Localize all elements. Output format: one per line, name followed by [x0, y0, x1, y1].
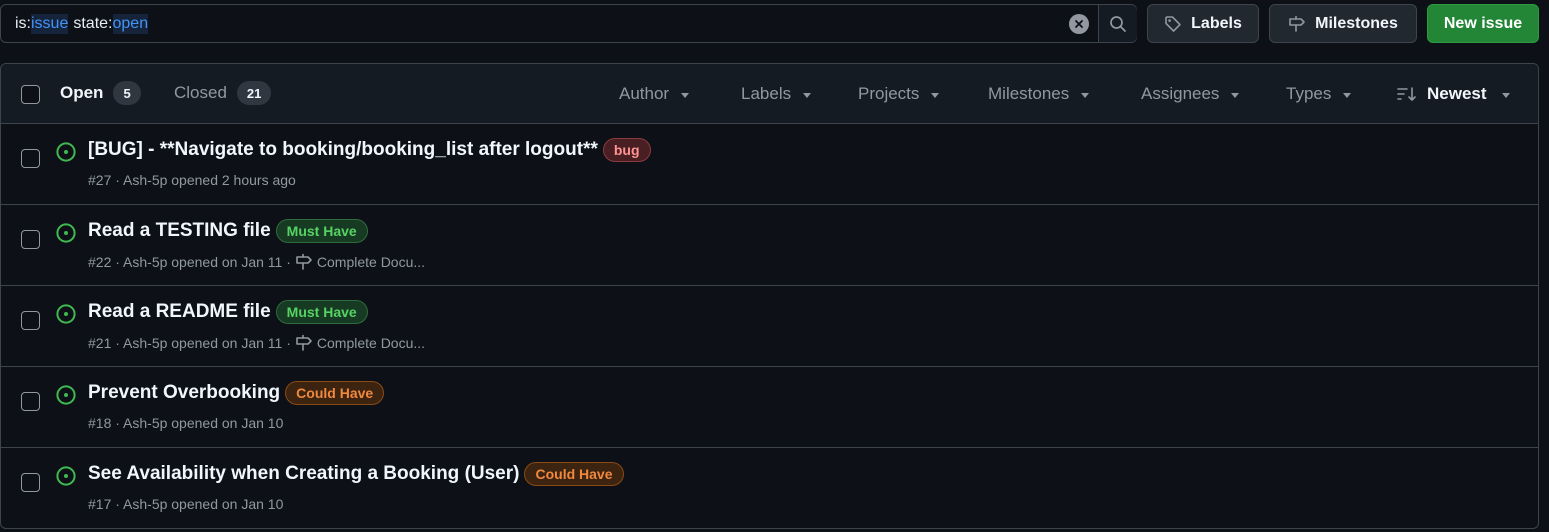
- chevron-down-icon: [1231, 92, 1240, 98]
- issue-label[interactable]: Must Have: [275, 300, 368, 324]
- filter-labels[interactable]: Labels: [741, 84, 812, 104]
- filter-label: Author: [619, 84, 670, 103]
- filter-label: Types: [1286, 84, 1332, 103]
- issue-label[interactable]: Could Have: [285, 381, 385, 405]
- issue-title-link[interactable]: Read a README file: [88, 301, 271, 323]
- filter-author[interactable]: Author: [619, 84, 690, 104]
- issue-row[interactable]: See Availability when Creating a Booking…: [1, 448, 1538, 528]
- filter-projects[interactable]: Projects: [858, 84, 940, 104]
- issues-list: Open 5 Closed 21 Author Labels Projects …: [0, 63, 1539, 529]
- filter-assignees[interactable]: Assignees: [1141, 84, 1240, 104]
- clear-search-icon[interactable]: [1069, 14, 1089, 34]
- issue-open-icon: [56, 142, 76, 162]
- chevron-down-icon: [1081, 92, 1090, 98]
- issue-row[interactable]: Read a README file Must Have #21 · Ash-5…: [1, 286, 1538, 367]
- open-count-badge: 5: [113, 81, 141, 105]
- issue-open-icon: [56, 466, 76, 486]
- issue-row[interactable]: Prevent Overbooking Could Have #18 · Ash…: [1, 367, 1538, 448]
- closed-count-badge: 21: [236, 81, 272, 105]
- issue-title-link[interactable]: See Availability when Creating a Booking…: [88, 463, 519, 485]
- filter-types[interactable]: Types: [1286, 84, 1352, 104]
- filter-label: Assignees: [1141, 84, 1220, 103]
- milestone-icon: [295, 334, 313, 352]
- filter-label: Milestones: [988, 84, 1070, 103]
- issue-title-link[interactable]: Prevent Overbooking: [88, 382, 280, 404]
- tab-open-label: Open: [60, 83, 104, 102]
- tab-closed-label: Closed: [174, 83, 227, 102]
- milestones-button-label: Milestones: [1315, 14, 1398, 32]
- filter-label: Projects: [858, 84, 920, 103]
- issue-checkbox[interactable]: [21, 149, 40, 168]
- search-button[interactable]: [1098, 5, 1137, 42]
- tag-icon: [1165, 15, 1181, 32]
- issue-open-icon: [56, 223, 76, 243]
- issue-meta-text: #21 · Ash-5p opened on Jan 11 ·: [88, 335, 291, 351]
- issue-title-wrap: [BUG] - **Navigate to booking/booking_li…: [88, 138, 651, 162]
- sort-label: Newest: [1427, 84, 1487, 103]
- new-issue-button[interactable]: New issue: [1427, 4, 1539, 43]
- issue-open-icon: [56, 304, 76, 324]
- issue-meta: #17 · Ash-5p opened on Jan 10: [88, 496, 283, 512]
- chevron-down-icon: [931, 92, 940, 98]
- query-value: open: [112, 13, 149, 34]
- issue-meta-text: #22 · Ash-5p opened on Jan 11 ·: [88, 254, 291, 270]
- issue-label[interactable]: Could Have: [524, 462, 624, 486]
- select-all-checkbox[interactable]: [21, 85, 40, 104]
- sort-dropdown[interactable]: Newest: [1397, 84, 1510, 104]
- issue-meta-text: #17 · Ash-5p opened on Jan 10: [88, 496, 284, 512]
- issue-meta: #18 · Ash-5p opened on Jan 10: [88, 415, 283, 431]
- chevron-down-icon: [681, 92, 690, 98]
- issue-milestone-link[interactable]: Complete Docu...: [317, 335, 425, 351]
- issue-title-wrap: Read a TESTING file Must Have: [88, 219, 368, 243]
- issue-label[interactable]: Must Have: [275, 219, 368, 243]
- issue-open-icon: [56, 385, 76, 405]
- issue-checkbox[interactable]: [21, 230, 40, 249]
- tab-open[interactable]: Open 5: [60, 81, 141, 105]
- issue-meta: #22 · Ash-5p opened on Jan 11 · Complete…: [88, 253, 425, 271]
- issue-meta: #27 · Ash-5p opened 2 hours ago: [88, 172, 296, 188]
- milestones-button[interactable]: Milestones: [1269, 4, 1417, 43]
- issue-checkbox[interactable]: [21, 392, 40, 411]
- issue-meta: #21 · Ash-5p opened on Jan 11 · Complete…: [88, 334, 425, 352]
- labels-button-label: Labels: [1191, 14, 1242, 32]
- issue-title-link[interactable]: Read a TESTING file: [88, 220, 271, 242]
- issue-title-wrap: Read a README file Must Have: [88, 300, 368, 324]
- sort-icon: [1397, 87, 1416, 101]
- chevron-down-icon: [803, 92, 812, 98]
- milestone-icon: [295, 253, 313, 271]
- query-value: issue: [31, 13, 69, 34]
- chevron-down-icon: [1501, 92, 1510, 98]
- labels-button[interactable]: Labels: [1147, 4, 1259, 43]
- query-key: is:: [15, 14, 31, 32]
- issue-row[interactable]: Read a TESTING file Must Have #22 · Ash-…: [1, 205, 1538, 286]
- issue-milestone-link[interactable]: Complete Docu...: [317, 254, 425, 270]
- filter-label: Labels: [741, 84, 792, 103]
- chevron-down-icon: [1343, 92, 1352, 98]
- issue-title-link[interactable]: [BUG] - **Navigate to booking/booking_li…: [88, 139, 598, 161]
- issue-checkbox[interactable]: [21, 473, 40, 492]
- issue-title-wrap: Prevent Overbooking Could Have: [88, 381, 385, 405]
- search-query[interactable]: is: issue state: open: [1, 5, 1136, 42]
- search-icon: [1110, 15, 1126, 32]
- issue-meta-text: #27 · Ash-5p opened 2 hours ago: [88, 172, 296, 188]
- top-bar: is: issue state: open Labels Milestones New…: [0, 4, 1549, 44]
- new-issue-button-label: New issue: [1443, 14, 1523, 32]
- issue-label[interactable]: bug: [602, 138, 651, 162]
- issues-list-header: Open 5 Closed 21 Author Labels Projects …: [1, 64, 1538, 124]
- issue-row[interactable]: [BUG] - **Navigate to booking/booking_li…: [1, 124, 1538, 205]
- filter-milestones[interactable]: Milestones: [988, 84, 1090, 104]
- query-key: state:: [73, 14, 113, 32]
- issue-meta-text: #18 · Ash-5p opened on Jan 10: [88, 415, 284, 431]
- search-input[interactable]: is: issue state: open: [0, 4, 1137, 43]
- issue-title-wrap: See Availability when Creating a Booking…: [88, 462, 624, 486]
- tab-closed[interactable]: Closed 21: [174, 81, 272, 105]
- milestone-icon: [1289, 15, 1305, 32]
- issue-checkbox[interactable]: [21, 311, 40, 330]
